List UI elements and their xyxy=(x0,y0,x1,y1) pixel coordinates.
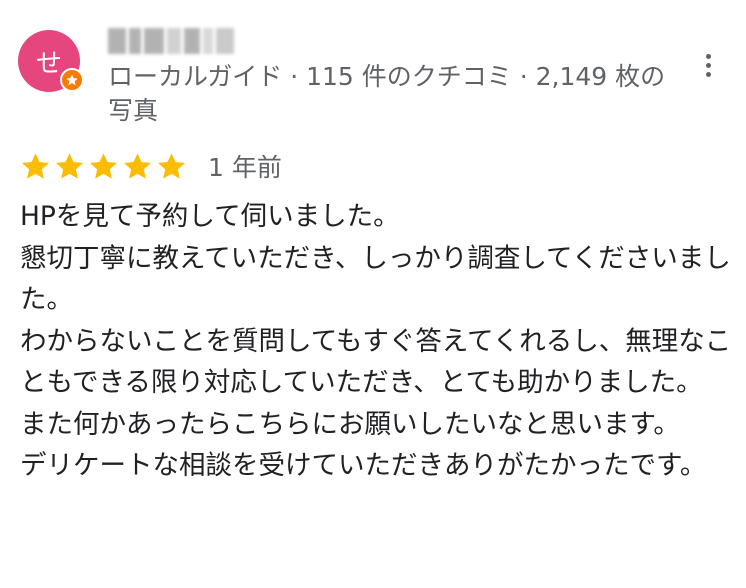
reviewer-meta[interactable]: ローカルガイド · 115 件のクチコミ · 2,149 枚の写真 xyxy=(108,60,683,128)
more-vert-icon[interactable] xyxy=(698,48,718,82)
review-line: 懇切丁寧に教えていただき、しっかり調査してくださいました。 xyxy=(20,242,731,316)
star-icon xyxy=(158,152,185,179)
review-line: わからないことを質問してもすぐ答えてくれるし、無理なこともできる限り対応していた… xyxy=(20,325,732,399)
star-icon xyxy=(90,152,117,179)
review-line: また何かあったらこちらにお願いしたいなと思います。 xyxy=(20,408,680,440)
review-card: せ ローカルガイド · 115 件のクチコミ · 2,149 枚の写真 1 年前… xyxy=(0,0,746,588)
star-icon xyxy=(22,152,49,179)
review-line: HPを見て予約して伺いました。 xyxy=(20,201,400,232)
local-guide-badge-icon xyxy=(60,68,84,92)
review-date: 1 年前 xyxy=(208,153,282,182)
reviewer-name-redacted[interactable] xyxy=(108,28,236,54)
rating-row: 1 年前 xyxy=(20,148,282,184)
star-icon xyxy=(56,152,83,179)
review-text: HPを見て予約して伺いました。 懇切丁寧に教えていただき、しっかり調査してくださ… xyxy=(20,196,732,487)
review-line: デリケートな相談を受けていただきありがたかったです。 xyxy=(20,450,707,481)
star-rating xyxy=(20,151,190,182)
star-icon xyxy=(124,152,151,179)
avatar-initial: せ xyxy=(35,48,62,79)
